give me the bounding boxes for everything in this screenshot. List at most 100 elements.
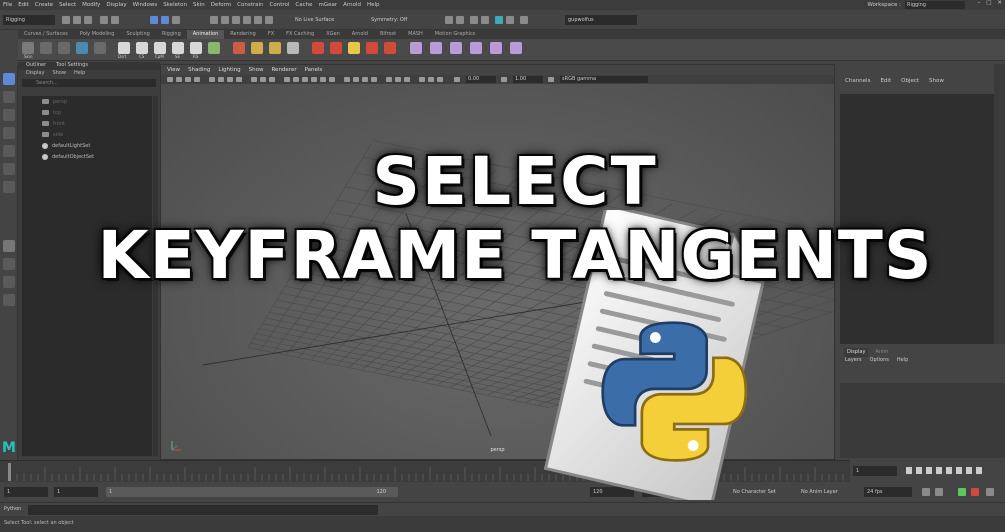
tab-outliner[interactable]: Outliner: [26, 62, 46, 70]
textured-icon[interactable]: [311, 77, 317, 82]
cb-menu-channels[interactable]: Channels: [845, 78, 870, 87]
menu-control[interactable]: Control: [270, 2, 290, 8]
tab-display[interactable]: Display: [844, 348, 869, 357]
last-tool-icon[interactable]: [3, 181, 15, 193]
go-to-end-icon[interactable]: [976, 467, 982, 474]
skin-shelf-icon[interactable]: [22, 42, 34, 54]
render-frame-icon[interactable]: [470, 16, 478, 24]
shelf-tab-mash[interactable]: MASH: [402, 30, 429, 39]
list-item[interactable]: top: [22, 107, 152, 118]
ik-handle-shelf-icon[interactable]: [58, 42, 70, 54]
shelf-tab-bifrost[interactable]: Bifrost: [374, 30, 402, 39]
layout-grid-icon[interactable]: [3, 294, 15, 306]
select-tool-icon[interactable]: [3, 73, 15, 85]
safe-title-icon[interactable]: [269, 77, 275, 82]
key-rotate-shelf-icon[interactable]: [348, 42, 360, 54]
range-start-handle[interactable]: 1: [109, 487, 112, 497]
cb-menu-edit[interactable]: Edit: [880, 78, 891, 87]
cluster-shelf-icon[interactable]: [94, 42, 106, 54]
shelf-tab-arnold[interactable]: Arnold: [346, 30, 374, 39]
outliner-menu-help[interactable]: Help: [74, 70, 85, 78]
auto-key-icon[interactable]: [958, 488, 966, 496]
camera-select-icon[interactable]: [167, 77, 173, 82]
script-6-shelf-icon[interactable]: [510, 42, 522, 54]
se-shelf-icon[interactable]: [172, 42, 184, 54]
script-3-shelf-icon[interactable]: [450, 42, 462, 54]
menu-modify[interactable]: Modify: [82, 2, 100, 8]
select-by-hierarchy-icon[interactable]: [150, 16, 158, 24]
exposure-settings-icon[interactable]: [454, 77, 460, 82]
dsrt-shelf-icon[interactable]: [118, 42, 130, 54]
render-settings-icon[interactable]: [495, 16, 503, 24]
field-chart-icon[interactable]: [251, 77, 257, 82]
tab-tool-settings[interactable]: Tool Settings: [56, 62, 88, 70]
xray-joints-icon[interactable]: [362, 77, 368, 82]
close-icon[interactable]: ✕: [997, 0, 1002, 6]
open-scene-icon[interactable]: [73, 16, 81, 24]
scale-tool-icon[interactable]: [3, 163, 15, 175]
layout-four-icon[interactable]: [3, 258, 15, 270]
maximize-icon[interactable]: □: [986, 0, 991, 6]
script-4-shelf-icon[interactable]: [470, 42, 482, 54]
snap-grid-icon[interactable]: [210, 16, 218, 24]
shelf-tab-motion-graphics[interactable]: Motion Graphics: [429, 30, 482, 39]
workspace-dropdown[interactable]: Rigging: [905, 1, 965, 9]
lasso-tool-icon[interactable]: [3, 91, 15, 103]
menu-mgear[interactable]: mGear: [319, 2, 338, 8]
wireframe-icon[interactable]: [284, 77, 290, 82]
film-gate-icon[interactable]: [218, 77, 224, 82]
camera-attr-icon[interactable]: [176, 77, 182, 82]
script-1-shelf-icon[interactable]: [410, 42, 422, 54]
vp-menu-show[interactable]: Show: [249, 67, 264, 73]
step-forward-frame-icon[interactable]: [956, 467, 962, 474]
minimize-icon[interactable]: –: [977, 0, 980, 6]
bookmark-icon[interactable]: [185, 77, 191, 82]
cpm-shelf-icon[interactable]: [154, 42, 166, 54]
menu-create[interactable]: Create: [35, 2, 53, 8]
snap-surface-icon[interactable]: [243, 16, 251, 24]
grid-toggle-icon[interactable]: [209, 77, 215, 82]
side-tab-strip[interactable]: [994, 64, 1005, 344]
menu-select[interactable]: Select: [59, 2, 76, 8]
command-input[interactable]: [28, 505, 378, 515]
menu-arnold[interactable]: Arnold: [343, 2, 361, 8]
scene-start-field[interactable]: 1: [4, 487, 48, 497]
step-forward-key-icon[interactable]: [966, 467, 972, 474]
range-slider[interactable]: 1 120: [106, 487, 398, 497]
shelf-tab-fx-caching[interactable]: FX Caching: [280, 30, 320, 39]
outliner-menu-display[interactable]: Display: [26, 70, 44, 78]
ambient-occlusion-icon[interactable]: [386, 77, 392, 82]
layer-menu-options[interactable]: Options: [870, 357, 889, 366]
pause-icon[interactable]: [520, 16, 528, 24]
menu-cache[interactable]: Cache: [295, 2, 312, 8]
exposure-icon[interactable]: [419, 77, 425, 82]
script-2-shelf-icon[interactable]: [430, 42, 442, 54]
bake-shelf-icon[interactable]: [287, 42, 299, 54]
render-view-icon[interactable]: [456, 16, 464, 24]
joint-shelf-icon[interactable]: [40, 42, 52, 54]
select-by-component-icon[interactable]: [172, 16, 180, 24]
outliner-search-input[interactable]: Search...: [22, 79, 156, 87]
menu-constrain[interactable]: Constrain: [237, 2, 263, 8]
backface-icon[interactable]: [371, 77, 377, 82]
safe-action-icon[interactable]: [260, 77, 266, 82]
vp-menu-view[interactable]: View: [167, 67, 180, 73]
key-translate-shelf-icon[interactable]: [330, 42, 342, 54]
cb-menu-object[interactable]: Object: [901, 78, 919, 87]
range-end-handle[interactable]: 120: [376, 487, 386, 497]
step-back-key-icon[interactable]: [916, 467, 922, 474]
cs-shelf-icon[interactable]: [136, 42, 148, 54]
list-item[interactable]: side: [22, 129, 152, 140]
menu-skin[interactable]: Skin: [193, 2, 205, 8]
play-backward-icon[interactable]: [936, 467, 942, 474]
layer-list[interactable]: [840, 383, 1005, 458]
vp-menu-renderer[interactable]: Renderer: [271, 67, 296, 73]
ipr-render-icon[interactable]: [481, 16, 489, 24]
antialias-icon[interactable]: [395, 77, 401, 82]
select-by-object-icon[interactable]: [161, 16, 169, 24]
sound-icon[interactable]: [935, 488, 943, 496]
vp-menu-panels[interactable]: Panels: [305, 67, 323, 73]
shelf-tab-rendering[interactable]: Rendering: [224, 30, 262, 39]
list-item[interactable]: persp: [22, 96, 152, 107]
lights-icon[interactable]: [320, 77, 326, 82]
